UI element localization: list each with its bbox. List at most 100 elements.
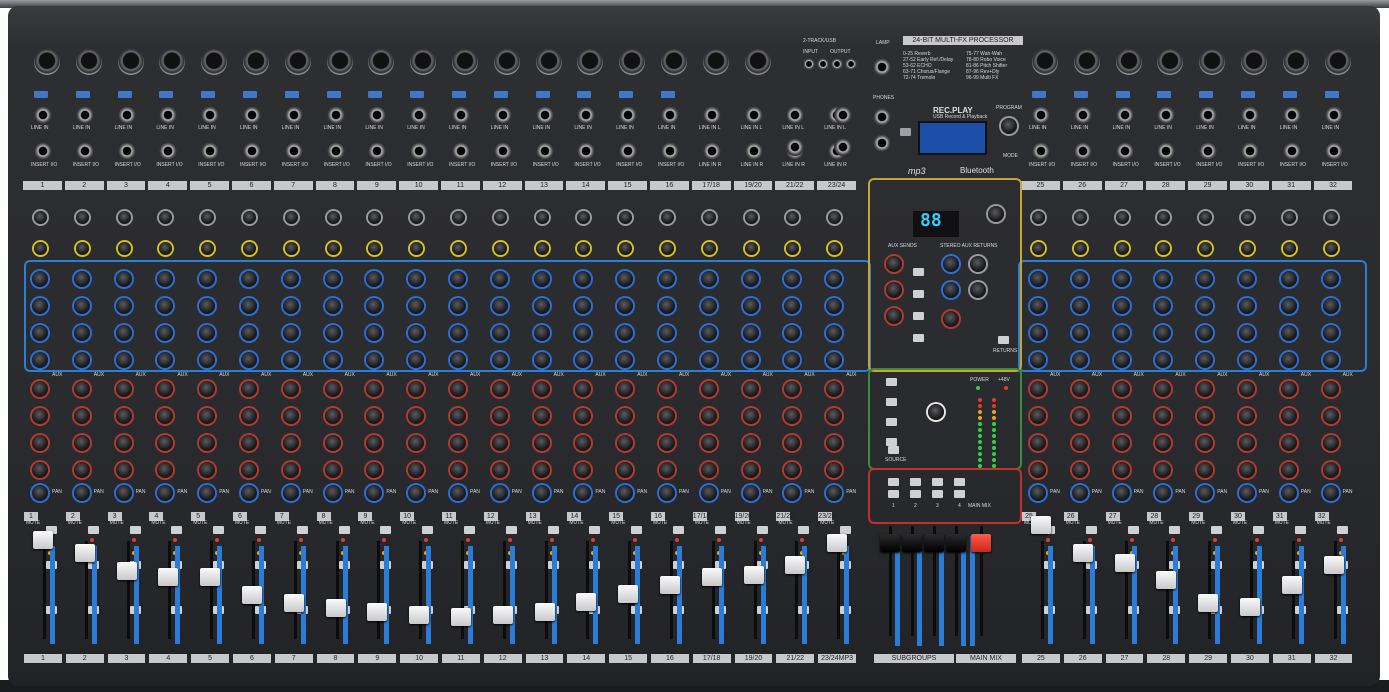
gain-knob[interactable] bbox=[452, 211, 465, 224]
rca-jack[interactable] bbox=[845, 58, 857, 70]
gain-knob[interactable] bbox=[201, 211, 215, 224]
line-in-jack[interactable] bbox=[243, 106, 261, 124]
aux-knob[interactable] bbox=[784, 408, 801, 424]
mute-button[interactable] bbox=[380, 526, 392, 534]
channel-fader-cap[interactable] bbox=[116, 562, 137, 580]
aux-knob[interactable] bbox=[1113, 462, 1130, 478]
aux-knob[interactable] bbox=[826, 462, 843, 478]
xlr-input-jack[interactable] bbox=[284, 49, 311, 75]
aux-knob[interactable] bbox=[1239, 408, 1255, 424]
aux-knob[interactable] bbox=[408, 435, 425, 451]
aux-knob[interactable] bbox=[324, 462, 341, 478]
level-knob[interactable] bbox=[577, 242, 591, 255]
gain-knob[interactable] bbox=[1032, 211, 1045, 224]
pan-knob[interactable] bbox=[1322, 485, 1339, 501]
level-knob[interactable] bbox=[702, 242, 716, 255]
mute-button[interactable] bbox=[798, 526, 810, 534]
insert-jack[interactable] bbox=[1073, 142, 1092, 160]
aux-knob[interactable] bbox=[1280, 381, 1297, 397]
aux-knob[interactable] bbox=[826, 381, 843, 397]
pan-knob[interactable] bbox=[1280, 485, 1297, 501]
aux-knob[interactable] bbox=[1071, 408, 1088, 424]
pan-knob[interactable] bbox=[1197, 485, 1214, 501]
insert-jack[interactable] bbox=[535, 142, 554, 160]
level-knob[interactable] bbox=[619, 242, 633, 255]
aux-knob[interactable] bbox=[73, 462, 90, 478]
aux-knob[interactable] bbox=[157, 462, 174, 478]
channel-fader-cap[interactable] bbox=[827, 534, 848, 552]
aux-knob[interactable] bbox=[575, 462, 592, 478]
aux-knob[interactable] bbox=[1071, 462, 1088, 478]
aux-knob[interactable] bbox=[157, 435, 174, 451]
aux-knob[interactable] bbox=[115, 435, 132, 451]
gain-knob[interactable] bbox=[1282, 211, 1296, 224]
aux-knob[interactable] bbox=[1322, 408, 1339, 424]
xlr-input-jack[interactable] bbox=[702, 49, 729, 75]
pan-knob[interactable] bbox=[491, 485, 508, 501]
aux-send-master-knob[interactable] bbox=[886, 282, 902, 298]
aux-knob[interactable] bbox=[324, 408, 341, 424]
line-in-jack[interactable] bbox=[1073, 106, 1092, 124]
channel-fader-cap[interactable] bbox=[492, 606, 513, 624]
mute-button[interactable] bbox=[631, 526, 643, 534]
subgroup-fader-cap[interactable] bbox=[902, 534, 922, 552]
pan-knob[interactable] bbox=[1071, 485, 1088, 501]
insert-jack[interactable] bbox=[1199, 142, 1218, 160]
aux-knob[interactable] bbox=[366, 408, 383, 424]
aux-send-master-knob[interactable] bbox=[886, 256, 902, 272]
subgroup-right-button[interactable] bbox=[910, 490, 921, 498]
aux-knob[interactable] bbox=[1155, 462, 1172, 478]
xlr-input-jack[interactable] bbox=[1282, 49, 1309, 75]
gain-knob[interactable] bbox=[1199, 211, 1213, 224]
aux-knob[interactable] bbox=[742, 462, 759, 478]
channel-fader-cap[interactable] bbox=[785, 556, 806, 574]
routing-button[interactable] bbox=[886, 438, 897, 446]
pan-knob[interactable] bbox=[157, 485, 174, 501]
aux-knob[interactable] bbox=[1113, 435, 1130, 451]
xlr-input-jack[interactable] bbox=[75, 49, 102, 75]
insert-jack[interactable] bbox=[410, 142, 429, 160]
xlr-input-jack[interactable] bbox=[201, 49, 228, 75]
level-knob[interactable] bbox=[1073, 242, 1087, 255]
gain-knob[interactable] bbox=[326, 211, 340, 224]
xlr-input-jack[interactable] bbox=[1032, 49, 1058, 75]
aux-knob[interactable] bbox=[784, 462, 801, 478]
level-knob[interactable] bbox=[1324, 242, 1338, 255]
level-knob[interactable] bbox=[1241, 242, 1254, 255]
aux-knob[interactable] bbox=[700, 408, 717, 424]
aux-knob[interactable] bbox=[1280, 408, 1297, 424]
aux-knob[interactable] bbox=[324, 435, 341, 451]
xlr-input-jack[interactable] bbox=[661, 49, 687, 75]
line-in-jack[interactable] bbox=[1199, 106, 1218, 124]
subgroup-left-button[interactable] bbox=[932, 478, 943, 486]
line-in-jack[interactable] bbox=[661, 106, 679, 124]
channel-fader-cap[interactable] bbox=[451, 608, 471, 626]
mute-button[interactable] bbox=[1294, 526, 1306, 534]
line-in-jack[interactable] bbox=[1324, 106, 1343, 124]
xlr-input-jack[interactable] bbox=[1324, 49, 1351, 75]
aux-return-knob[interactable] bbox=[943, 282, 959, 298]
aux-knob[interactable] bbox=[32, 381, 48, 397]
subgroup-left-button[interactable] bbox=[888, 478, 899, 486]
xlr-input-jack[interactable] bbox=[619, 49, 646, 75]
aux-knob[interactable] bbox=[659, 408, 675, 424]
insert-jack[interactable] bbox=[1241, 142, 1259, 160]
pan-knob[interactable] bbox=[324, 485, 341, 501]
aux-knob[interactable] bbox=[742, 381, 759, 397]
aux-knob[interactable] bbox=[282, 435, 299, 451]
line-in-l-jack[interactable] bbox=[702, 106, 721, 124]
aux-knob[interactable] bbox=[366, 435, 383, 451]
xlr-input-jack[interactable] bbox=[1073, 49, 1100, 75]
pan-knob[interactable] bbox=[533, 485, 550, 501]
insert-jack[interactable] bbox=[1324, 142, 1343, 160]
aux-knob[interactable] bbox=[1155, 408, 1172, 424]
gain-knob[interactable] bbox=[1073, 211, 1087, 224]
aux-knob[interactable] bbox=[1322, 435, 1339, 451]
aux-knob[interactable] bbox=[826, 435, 843, 451]
aux-knob[interactable] bbox=[1239, 462, 1255, 478]
xlr-input-jack[interactable] bbox=[493, 49, 520, 75]
pan-knob[interactable] bbox=[199, 485, 216, 501]
aux-knob[interactable] bbox=[450, 381, 466, 397]
channel-fader-cap[interactable] bbox=[576, 593, 597, 611]
aux-knob[interactable] bbox=[491, 408, 508, 424]
